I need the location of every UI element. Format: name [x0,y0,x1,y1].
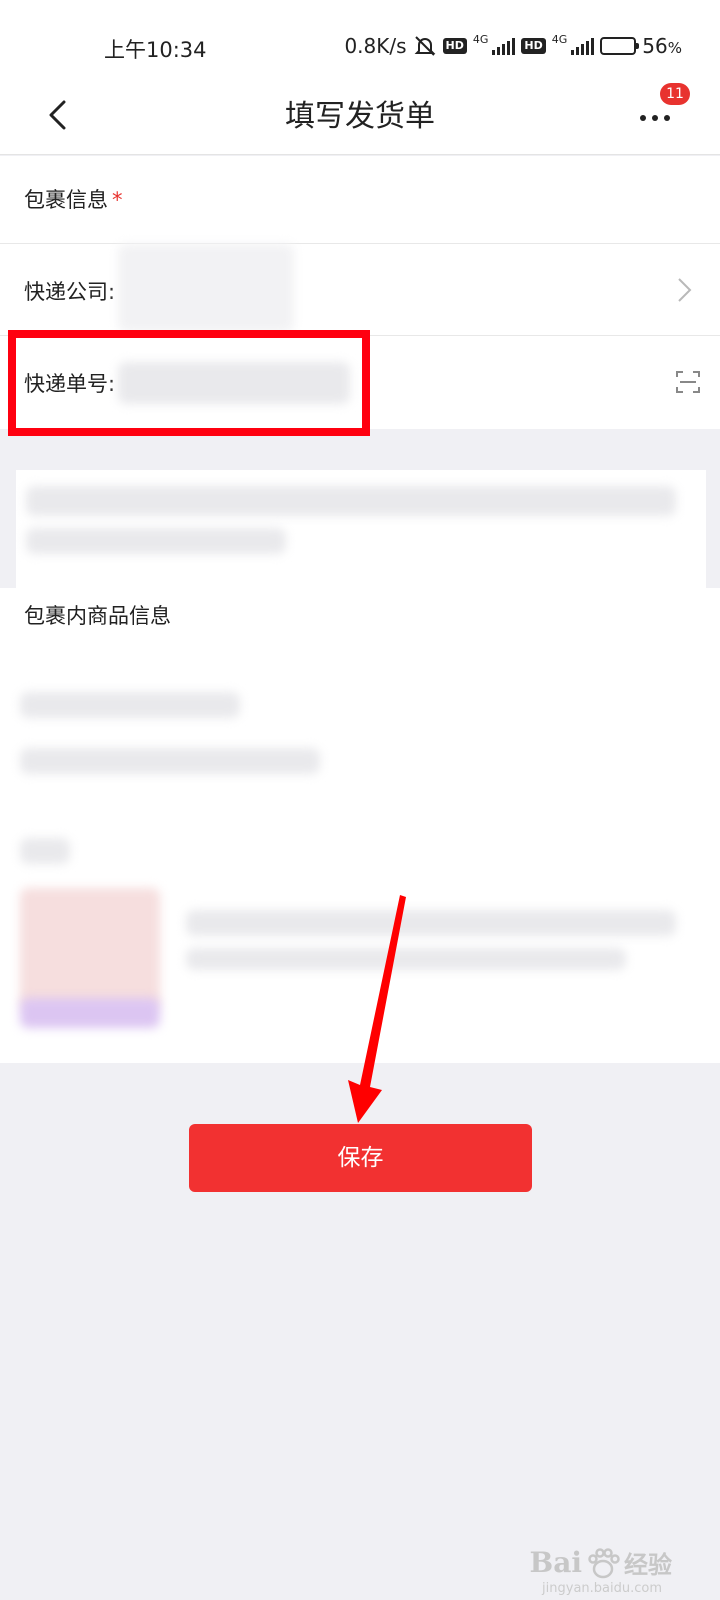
courier-company-label: 快递公司: [24,280,116,304]
notification-badge: 11 [660,83,690,105]
hd-badge-2: HD [521,38,546,54]
more-button[interactable]: 11 [636,83,690,133]
hd-badge-1: HD [442,38,467,54]
package-info-title: 包裹信息 * [24,188,123,212]
bell-muted-icon [414,36,435,56]
nav-bar: 填写发货单 11 [0,75,720,155]
more-dots-icon [640,115,670,121]
scan-icon[interactable] [674,368,702,396]
goods-info-title: 包裹内商品信息 [24,604,171,628]
network-label-1: 4G [472,32,489,46]
package-info-header-row: 包裹信息 * [0,156,720,243]
paw-icon [588,1547,620,1578]
page-title: 填写发货单 [285,99,435,134]
signal-bars-2-icon [571,37,595,55]
courier-company-row[interactable]: 快递公司: [0,243,720,335]
status-icons: 0.8K/s HD 4G HD 4G 56% [344,32,682,59]
annotation-arrow [348,895,406,1123]
battery-icon [600,37,640,55]
highlight-box [8,330,370,436]
product-thumbnail [20,888,160,1008]
battery-percent: 56% [642,34,682,58]
status-time: 上午10:34 [104,38,207,62]
courier-company-value-blurred [118,244,294,332]
status-bar: 上午10:34 0.8K/s HD 4G HD 4G 56% [0,0,720,75]
net-speed: 0.8K/s [344,34,407,58]
blurred-info-block [16,470,706,588]
save-button[interactable]: 保存 [189,1124,532,1192]
signal-bars-1-icon [492,37,516,55]
baidu-watermark: Bai 经验 [529,1546,672,1579]
required-mark: * [112,188,123,212]
watermark-subtitle: jingyan.baidu.com [542,1581,662,1596]
chevron-right-icon [678,278,692,302]
network-label-2: 4G [551,32,568,46]
